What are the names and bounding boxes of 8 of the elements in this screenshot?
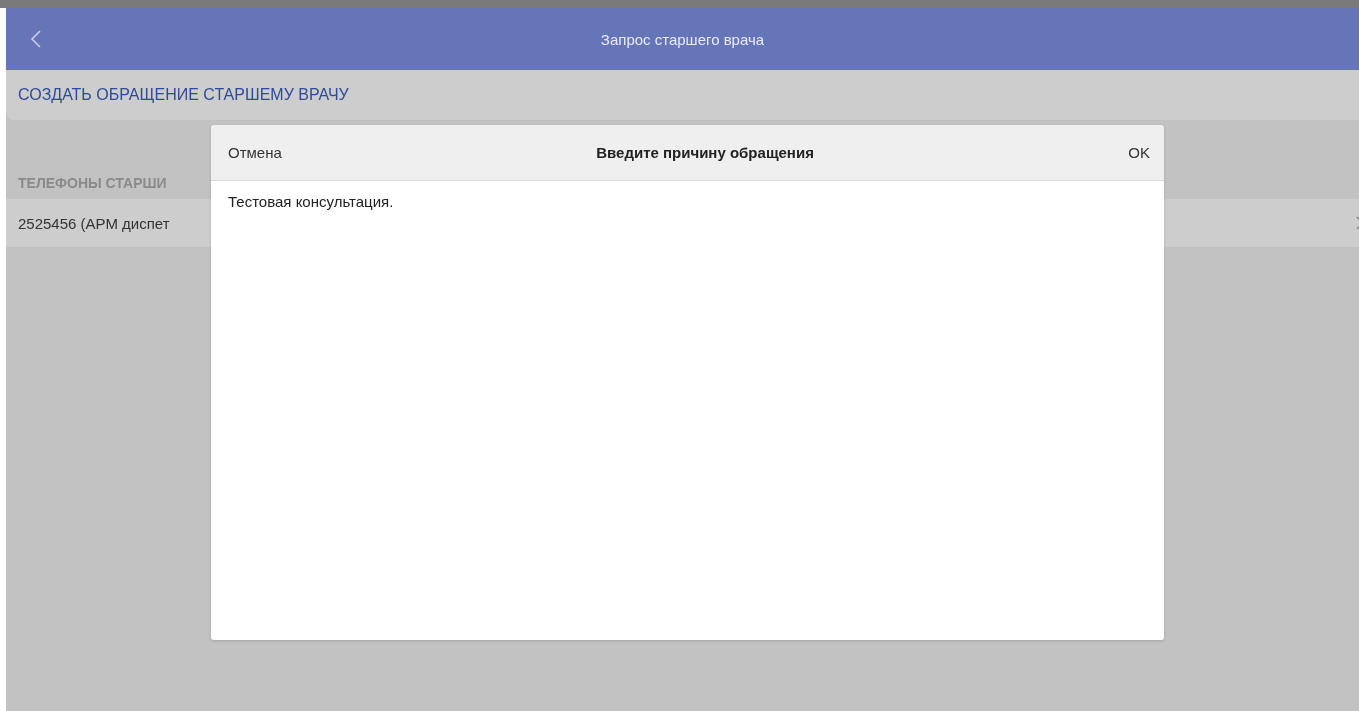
dialog-title: Введите причину обращения bbox=[596, 144, 814, 161]
reason-field[interactable]: Тестовая консультация. bbox=[211, 181, 1164, 640]
cancel-button[interactable]: Отмена bbox=[228, 140, 282, 165]
section-title: ТЕЛЕФОНЫ СТАРШИ bbox=[17, 175, 168, 193]
create-request-link[interactable]: СОЗДАТЬ ОБРАЩЕНИЕ СТАРШЕМУ ВРАЧУ bbox=[18, 86, 349, 104]
screen-title: Запрос старшего врача bbox=[600, 30, 765, 48]
back-icon[interactable] bbox=[30, 29, 42, 49]
ok-button[interactable]: OK bbox=[1128, 140, 1150, 165]
